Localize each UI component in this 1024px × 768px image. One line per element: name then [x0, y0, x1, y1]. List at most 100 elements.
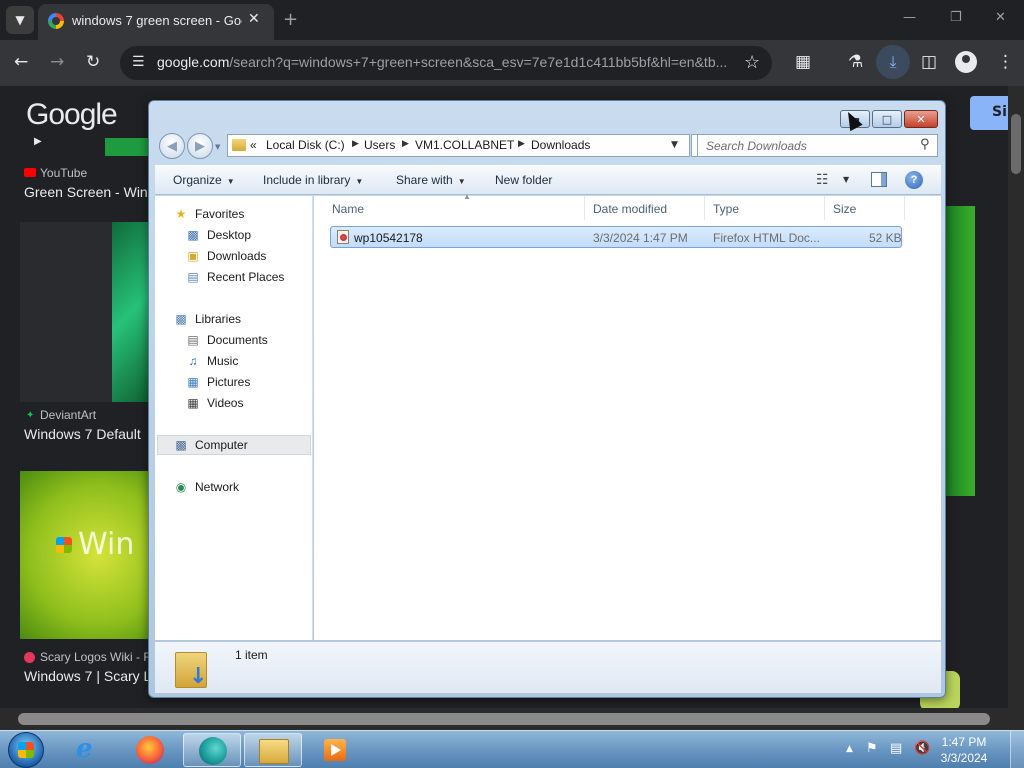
tab-title: windows 7 green screen - Goo	[72, 13, 242, 28]
nav-music[interactable]: ♫ Music	[185, 351, 239, 371]
breadcrumb-users[interactable]: Users	[364, 138, 395, 152]
download-icon: ⤓	[889, 52, 897, 71]
show-desktop-button[interactable]	[1010, 731, 1024, 768]
result-title[interactable]: Windows 7 | Scary L	[24, 668, 151, 684]
organize-button[interactable]: Organize ▼	[173, 173, 235, 187]
profile-icon[interactable]	[955, 51, 977, 73]
change-view-icon[interactable]: ☷	[816, 172, 829, 188]
breadcrumb-chevron-icon[interactable]: ▶	[402, 139, 409, 149]
file-row[interactable]: wp10542178 3/3/2024 1:47 PM Firefox HTML…	[330, 226, 902, 248]
page-horizontal-scrollbar[interactable]	[0, 708, 1024, 730]
three-dot-menu-icon[interactable]: ⋮	[997, 52, 1014, 72]
search-input[interactable]	[698, 135, 913, 156]
dropdown-caret-icon: ▼	[457, 177, 466, 186]
nav-network[interactable]: ◉ Network	[173, 477, 239, 497]
address-bar[interactable]: « Local Disk (C:) ▶ Users ▶ VM1.COLLABNE…	[227, 134, 690, 157]
browser-tab[interactable]: windows 7 green screen - Goo ✕	[38, 4, 274, 40]
view-options-chevron-icon[interactable]: ▼	[843, 175, 849, 184]
recent-pages-chevron-icon[interactable]: ▼	[215, 143, 220, 151]
tab-search-button[interactable]: ▼	[6, 6, 34, 34]
extensions-puzzle-icon[interactable]: ▦	[795, 52, 811, 72]
page-vertical-scrollbar[interactable]	[1008, 86, 1024, 708]
downloads-folder-icon: ↓	[175, 646, 207, 689]
column-label: Name	[332, 202, 365, 216]
result-title[interactable]: Green Screen - Wind	[24, 184, 156, 200]
close-icon[interactable]: ✕	[995, 10, 1006, 25]
system-clock[interactable]: 1:47 PM 3/3/2024	[932, 734, 996, 766]
taskbar-app-windows-explorer[interactable]	[244, 733, 302, 767]
new-folder-button[interactable]: New folder	[495, 173, 552, 187]
search-icon[interactable]: ⚲	[920, 137, 930, 152]
column-header-type[interactable]: Type	[707, 196, 825, 220]
address-dropdown-icon[interactable]: ▼	[671, 140, 678, 150]
preview-pane-icon[interactable]	[871, 172, 887, 187]
pictures-icon: ▦	[187, 375, 199, 389]
include-in-library-button[interactable]: Include in library ▼	[263, 173, 363, 187]
reload-icon[interactable]: ↻	[86, 52, 100, 72]
site-info-icon[interactable]: ☰	[132, 54, 145, 70]
network-tray-icon[interactable]: ▤	[890, 741, 902, 756]
labs-flask-icon[interactable]: ⚗	[848, 52, 863, 72]
nav-computer[interactable]: ▩ Computer	[157, 435, 311, 455]
details-pane: ↓ 1 item	[155, 641, 941, 693]
breadcrumb-overflow[interactable]: «	[250, 138, 257, 152]
start-button[interactable]	[8, 732, 44, 768]
column-header-size[interactable]: Size	[827, 196, 905, 220]
url-path: /search?q=windows+7+green+screen&sca_esv…	[229, 54, 728, 70]
result-thumbnail[interactable]: Win	[20, 471, 150, 639]
close-button[interactable]: ✕	[904, 110, 938, 128]
tab-close-icon[interactable]: ✕	[248, 11, 260, 27]
browser-toolbar: ← → ↻ ☰ google.com/search?q=windows+7+gr…	[0, 40, 1024, 86]
nav-pictures[interactable]: ▦ Pictures	[185, 372, 250, 392]
breadcrumb-vm1-collabnet[interactable]: VM1.COLLABNET	[415, 138, 514, 152]
taskbar-app-internet-explorer[interactable]: e	[60, 733, 118, 767]
taskbar-app-firefox[interactable]	[121, 733, 179, 767]
side-panel-icon[interactable]: ◫	[921, 52, 937, 72]
google-logo[interactable]: Google	[26, 98, 118, 132]
result-thumbnail[interactable]	[945, 206, 975, 496]
action-center-flag-icon[interactable]: ⚑	[866, 741, 878, 756]
back-button[interactable]: ◀	[159, 133, 185, 159]
column-header-date-modified[interactable]: Date modified	[587, 196, 705, 220]
help-icon[interactable]: ?	[905, 171, 923, 189]
url-text[interactable]: google.com/search?q=windows+7+green+scre…	[157, 54, 737, 70]
taskbar-app-edge[interactable]	[183, 733, 241, 767]
breadcrumb-chevron-icon[interactable]: ▶	[352, 139, 359, 149]
url-host: google.com	[157, 54, 230, 70]
breadcrumb-chevron-icon[interactable]: ▶	[518, 139, 525, 149]
nav-favorites[interactable]: ★ Favorites	[173, 204, 245, 224]
bookmark-star-icon[interactable]: ☆	[744, 52, 760, 73]
minimize-icon[interactable]: —	[903, 10, 916, 25]
search-box[interactable]: ⚲	[697, 134, 938, 157]
scrollbar-thumb[interactable]	[1011, 114, 1021, 174]
show-hidden-icons-chevron-icon[interactable]: ▲	[846, 744, 853, 754]
nav-recent-places[interactable]: ▤ Recent Places	[185, 267, 284, 287]
nav-downloads[interactable]: ▣ Downloads	[185, 246, 266, 266]
result-thumbnail[interactable]	[112, 222, 152, 402]
address-bar[interactable]: ☰ google.com/search?q=windows+7+green+sc…	[120, 46, 772, 80]
forward-button[interactable]: ▶	[187, 133, 213, 159]
maximize-button[interactable]: □	[872, 110, 902, 128]
result-title[interactable]: Windows 7 Default	[24, 426, 141, 442]
result-source: Scary Logos Wiki - F	[40, 650, 151, 664]
nav-videos[interactable]: ▦ Videos	[185, 393, 243, 413]
forward-arrow-icon[interactable]: →	[50, 52, 64, 72]
new-tab-icon[interactable]: +	[283, 9, 298, 30]
breadcrumb-local-disk[interactable]: Local Disk (C:)	[266, 138, 345, 152]
restore-icon[interactable]: ❐	[950, 10, 962, 25]
nav-documents[interactable]: ▤ Documents	[185, 330, 267, 350]
share-with-button[interactable]: Share with ▼	[396, 173, 466, 187]
windows-explorer-icon	[259, 739, 289, 764]
taskbar-app-media-player[interactable]	[306, 733, 364, 767]
column-header-name[interactable]: Name ▲	[326, 192, 585, 220]
breadcrumb-downloads[interactable]: Downloads	[531, 138, 590, 152]
command-bar: Organize ▼ Include in library ▼ Share with…	[155, 165, 941, 195]
back-arrow-icon[interactable]: ←	[14, 52, 28, 72]
nav-desktop[interactable]: ▩ Desktop	[185, 225, 251, 245]
downloads-button[interactable]: ⤓	[876, 45, 910, 79]
sign-in-button[interactable]: Si	[970, 96, 1008, 130]
volume-muted-icon[interactable]: 🔇	[914, 741, 930, 756]
nav-libraries[interactable]: ▩ Libraries	[173, 309, 241, 329]
dropdown-caret-icon: ▼	[226, 177, 235, 186]
scrollbar-thumb[interactable]	[18, 713, 990, 725]
